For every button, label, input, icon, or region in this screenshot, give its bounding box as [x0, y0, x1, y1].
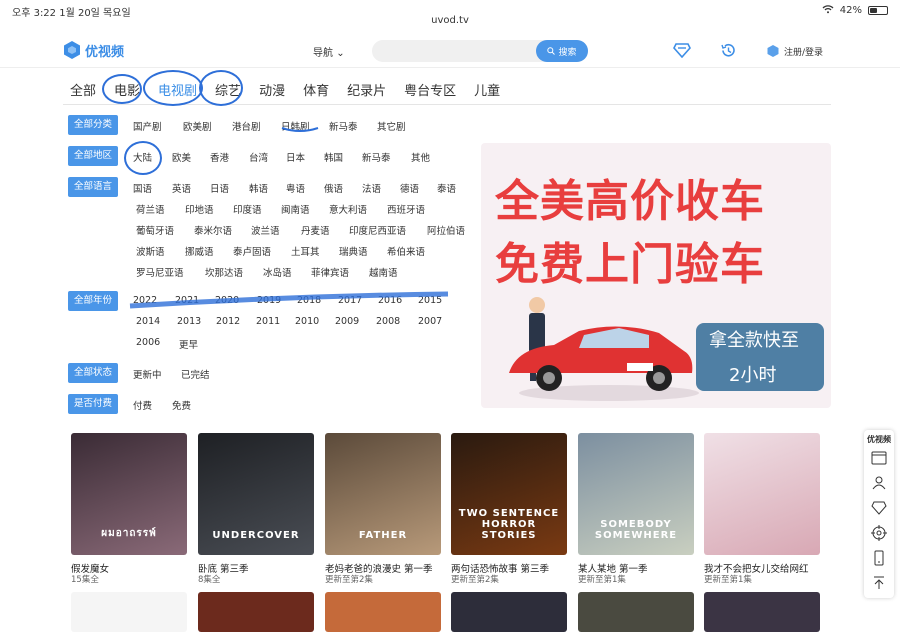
annotation-underlines	[129, 127, 449, 309]
